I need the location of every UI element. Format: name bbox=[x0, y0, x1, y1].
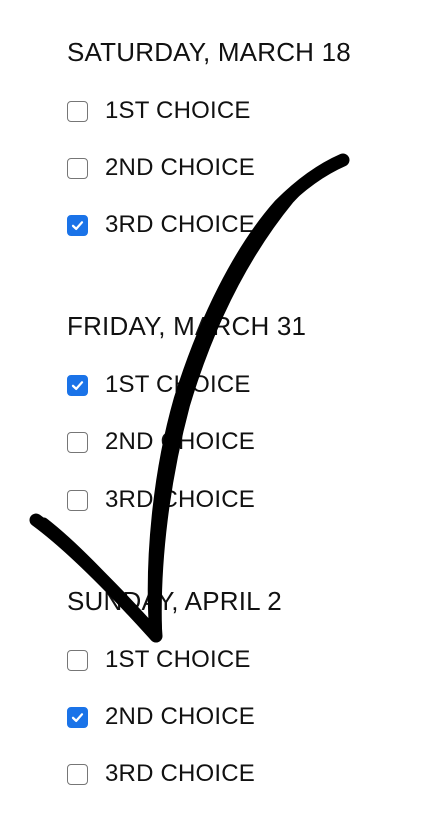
checkbox[interactable] bbox=[67, 100, 88, 122]
group-heading-saturday-march-18: SATURDAY, MARCH 18 bbox=[67, 37, 351, 67]
option-label: 3RD CHOICE bbox=[105, 760, 256, 787]
option-label: 2ND CHOICE bbox=[105, 154, 256, 181]
checkbox[interactable] bbox=[67, 763, 88, 785]
group-heading-friday-march-31: FRIDAY, MARCH 31 bbox=[67, 311, 307, 341]
checkbox[interactable] bbox=[67, 157, 88, 179]
check-icon bbox=[71, 380, 84, 390]
option-label: 3RD CHOICE bbox=[105, 211, 256, 238]
option-sunday-2nd-choice[interactable]: 2ND CHOICE bbox=[67, 702, 255, 732]
option-saturday-2nd-choice[interactable]: 2ND CHOICE bbox=[67, 153, 255, 183]
group-heading-sunday-april-2: SUNDAY, APRIL 2 bbox=[67, 586, 282, 616]
checkbox[interactable] bbox=[67, 214, 88, 236]
checkbox[interactable] bbox=[67, 649, 88, 671]
checkbox[interactable] bbox=[67, 431, 88, 453]
check-icon bbox=[71, 712, 84, 722]
checkbox[interactable] bbox=[67, 374, 88, 396]
option-label: 1ST CHOICE bbox=[105, 371, 251, 398]
date-preference-form: SATURDAY, MARCH 18 1ST CHOICE 2ND CHOICE… bbox=[0, 0, 430, 830]
option-saturday-1st-choice[interactable]: 1ST CHOICE bbox=[67, 96, 251, 126]
check-icon bbox=[71, 220, 84, 230]
option-sunday-1st-choice[interactable]: 1ST CHOICE bbox=[67, 645, 251, 675]
option-label: 2ND CHOICE bbox=[105, 428, 256, 455]
option-label: 1ST CHOICE bbox=[105, 97, 251, 124]
option-friday-1st-choice[interactable]: 1ST CHOICE bbox=[67, 370, 251, 400]
option-friday-3rd-choice[interactable]: 3RD CHOICE bbox=[67, 485, 255, 515]
option-label: 3RD CHOICE bbox=[105, 486, 256, 513]
option-label: 1ST CHOICE bbox=[105, 646, 251, 673]
option-sunday-3rd-choice[interactable]: 3RD CHOICE bbox=[67, 759, 255, 789]
checkbox[interactable] bbox=[67, 706, 88, 728]
checkbox[interactable] bbox=[67, 489, 88, 511]
option-saturday-3rd-choice[interactable]: 3RD CHOICE bbox=[67, 210, 255, 240]
option-label: 2ND CHOICE bbox=[105, 703, 256, 730]
option-friday-2nd-choice[interactable]: 2ND CHOICE bbox=[67, 427, 255, 457]
